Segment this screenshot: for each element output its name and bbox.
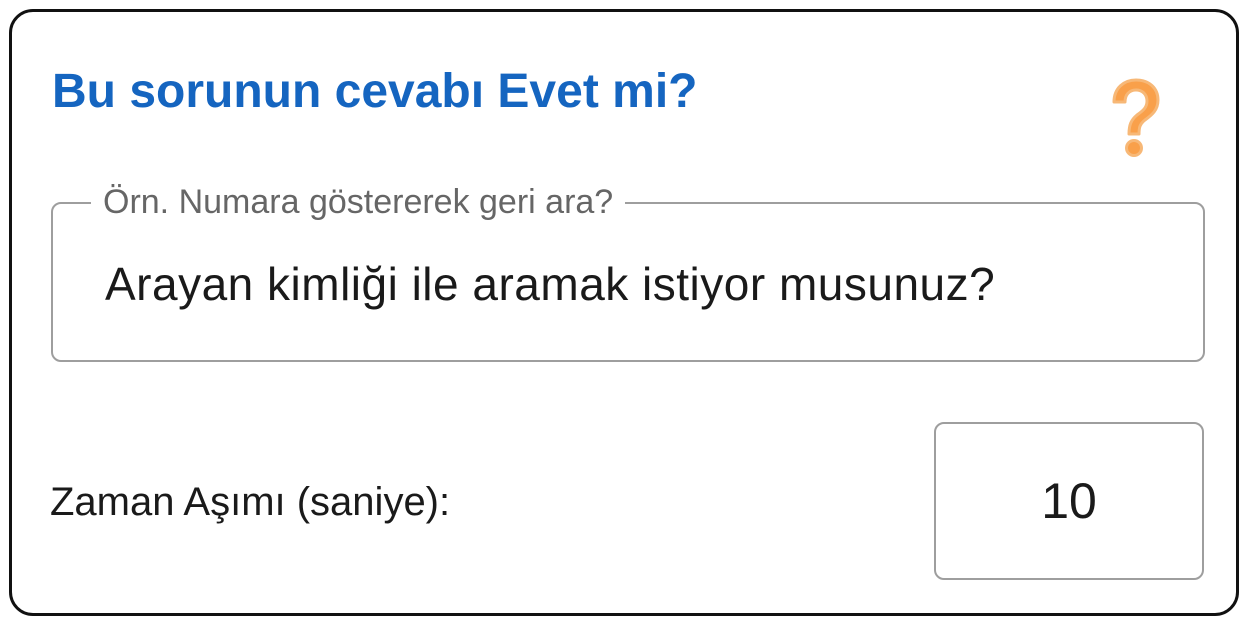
question-mark-icon[interactable] (1106, 76, 1164, 158)
question-dialog-card: Bu sorunun cevabı Evet mi? Örn. Numara g… (9, 9, 1239, 616)
timeout-input[interactable]: 10 (934, 422, 1204, 580)
question-text-field[interactable]: Örn. Numara göstererek geri ara? Arayan … (51, 182, 1205, 362)
question-field-value[interactable]: Arayan kimliği ile aramak istiyor musunu… (105, 256, 995, 312)
dialog-title: Bu sorunun cevabı Evet mi? (52, 65, 698, 118)
question-field-label: Örn. Numara göstererek geri ara? (91, 182, 626, 222)
timeout-label: Zaman Aşımı (saniye): (50, 480, 451, 524)
